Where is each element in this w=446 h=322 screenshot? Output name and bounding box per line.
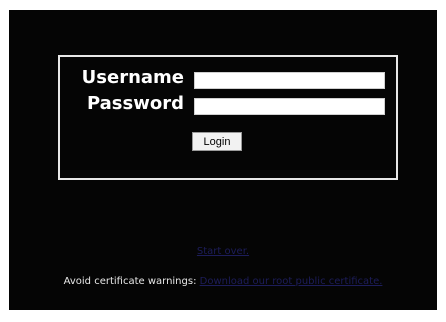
download-certificate-link[interactable]: Download our root public certificate. — [200, 276, 383, 287]
certificate-note: Avoid certificate warnings: Download our… — [9, 275, 437, 288]
login-screen: Username Password Login Start over. Avoi… — [9, 10, 437, 310]
username-input[interactable] — [194, 72, 385, 89]
login-form-box: Username Password Login — [58, 55, 398, 180]
password-label: Password — [86, 93, 184, 114]
password-input[interactable] — [194, 98, 385, 115]
login-button[interactable]: Login — [192, 132, 242, 151]
certificate-warning-label: Avoid certificate warnings: — [63, 276, 200, 287]
username-label: Username — [81, 67, 184, 88]
start-over-link[interactable]: Start over. — [9, 245, 437, 258]
